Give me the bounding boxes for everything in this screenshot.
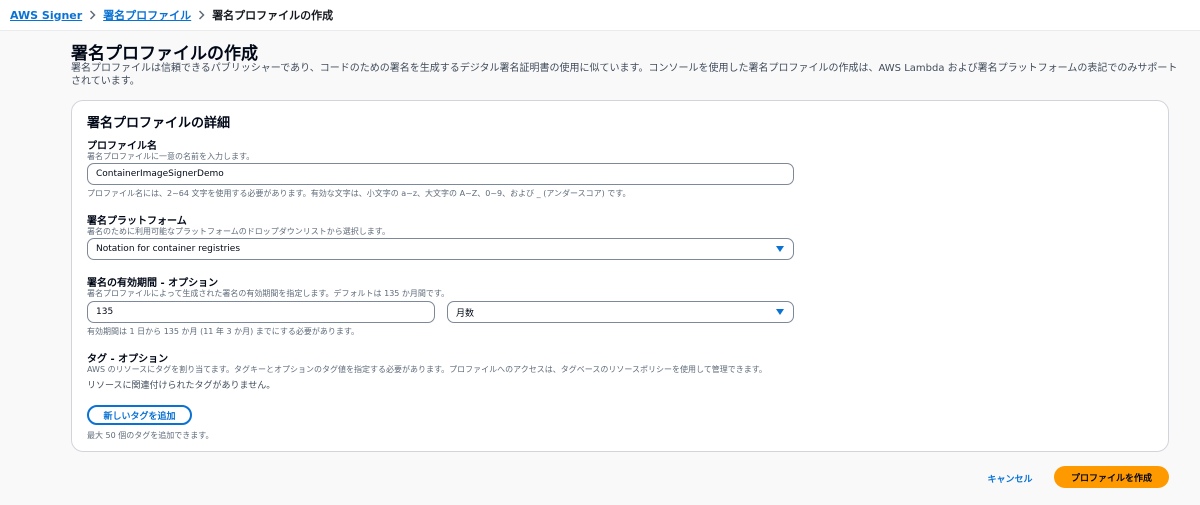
cancel-button[interactable]: キャンセル bbox=[980, 469, 1040, 487]
platform-select[interactable]: Notation for container registries bbox=[87, 238, 794, 260]
validity-unit-value: 月数 bbox=[456, 308, 475, 319]
page-title: 署名プロファイルの作成 bbox=[71, 44, 258, 64]
caret-down-icon bbox=[776, 246, 784, 252]
validity-input[interactable]: 135 bbox=[87, 301, 435, 323]
breadcrumb-current: 署名プロファイルの作成 bbox=[212, 9, 334, 22]
profile-name-hint: プロファイル名には、2~64 文字を使用する必要があります。有効な文字は、小文字… bbox=[87, 189, 631, 198]
card-title: 署名プロファイルの詳細 bbox=[87, 116, 231, 131]
tags-limit-hint: 最大 50 個のタグを追加できます。 bbox=[87, 431, 214, 440]
tags-label: タグ - オプション bbox=[87, 354, 169, 365]
profile-details-card: 署名プロファイルの詳細 プロファイル名 署名プロファイルに一意の名前を入力します… bbox=[71, 100, 1169, 452]
platform-description: 署名のために利用可能なプラットフォームのドロップダウンリストから選択します。 bbox=[87, 227, 390, 236]
breadcrumb-link-aws-signer[interactable]: AWS Signer bbox=[10, 9, 82, 22]
breadcrumb-link-signing-profiles[interactable]: 署名プロファイル bbox=[103, 7, 191, 23]
profile-name-description: 署名プロファイルに一意の名前を入力します。 bbox=[87, 152, 255, 161]
tags-empty-text: リソースに関連付けられたタグがありません。 bbox=[87, 381, 276, 391]
validity-value: 135 bbox=[96, 307, 114, 317]
validity-unit-select[interactable]: 月数 bbox=[447, 301, 794, 323]
platform-label: 署名プラットフォーム bbox=[87, 216, 187, 227]
create-profile-button[interactable]: プロファイルを作成 bbox=[1054, 466, 1169, 488]
profile-name-input[interactable]: ContainerImageSignerDemo bbox=[87, 163, 794, 185]
caret-down-icon bbox=[776, 309, 784, 315]
page-description: 署名プロファイルは信頼できるパブリッシャーであり、コードのための署名を生成するデ… bbox=[71, 63, 1178, 87]
add-tag-button[interactable]: 新しいタグを追加 bbox=[87, 405, 192, 425]
platform-selected-value: Notation for container registries bbox=[96, 244, 241, 254]
profile-name-label: プロファイル名 bbox=[87, 141, 157, 152]
chevron-right-icon bbox=[198, 10, 205, 20]
validity-description: 署名プロファイルによって生成された署名の有効期間を指定します。デフォルトは 13… bbox=[87, 289, 450, 298]
breadcrumb: AWS Signer 署名プロファイル 署名プロファイルの作成 bbox=[0, 0, 1200, 31]
validity-hint: 有効期間は 1 日から 135 か月 (11 年 3 か月) までにする必要があ… bbox=[87, 327, 360, 336]
tags-description: AWS のリソースにタグを割り当てます。タグキーとオプションのタグ値を指定する必… bbox=[87, 365, 767, 374]
chevron-right-icon bbox=[89, 10, 96, 20]
validity-label: 署名の有効期間 - オプション bbox=[87, 278, 219, 289]
profile-name-value: ContainerImageSignerDemo bbox=[96, 169, 224, 179]
